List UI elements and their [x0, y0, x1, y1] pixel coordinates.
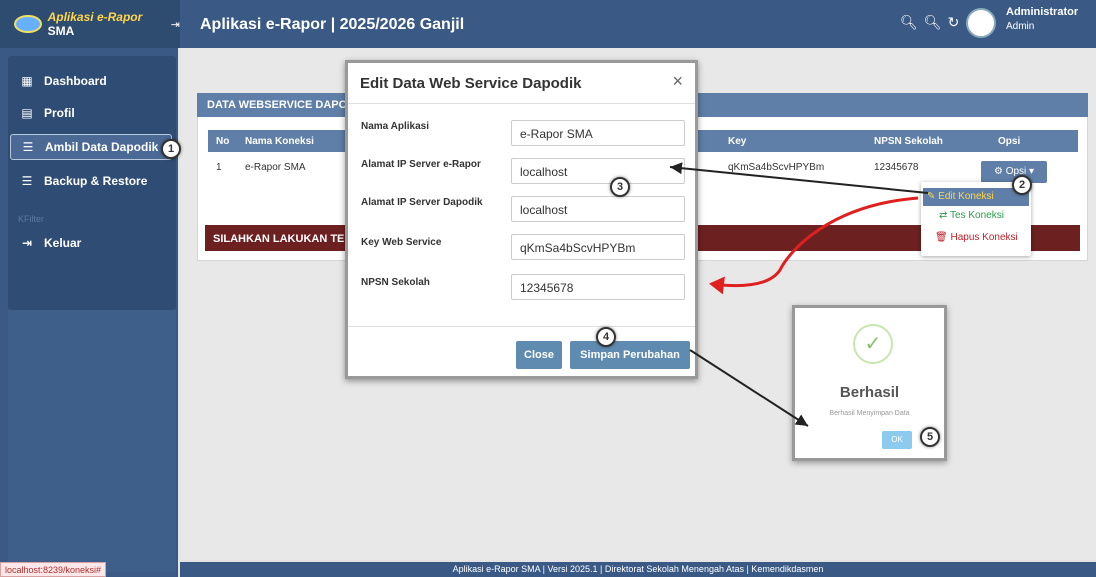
- edit-icon: ✎: [927, 191, 936, 202]
- opsi-dropdown-menu: ✎ Edit Koneksi ⇄ Tes Koneksi 🗑︎ Hapus Ko…: [921, 182, 1031, 256]
- save-changes-button[interactable]: Simpan Perubahan: [570, 341, 690, 369]
- logout-icon: ⇥: [21, 236, 33, 250]
- cell-key: qKmSa4bScvHPYBm: [728, 162, 825, 173]
- caret-down-icon: ▾: [1029, 166, 1035, 177]
- sidebar-item-dashboard[interactable]: ▦ Dashboard: [10, 68, 172, 94]
- user-name: Administrator: [1006, 6, 1079, 18]
- sidebar-item-label: Ambil Data Dapodik: [45, 140, 159, 154]
- sidebar-item-keluar[interactable]: ⇥ Keluar: [10, 230, 172, 256]
- ip-dapodik-input[interactable]: localhost: [511, 196, 685, 222]
- step-badge-2: 2: [1012, 175, 1032, 195]
- col-no: No: [216, 136, 230, 147]
- user-info[interactable]: Administrator Admin: [1006, 6, 1078, 32]
- brand-logo-icon: [14, 15, 42, 33]
- step-badge-1: 1: [161, 139, 181, 159]
- npsn-input[interactable]: 12345678: [511, 274, 685, 300]
- sidebar-lower-panel: [8, 310, 176, 572]
- sidebar-item-label: Keluar: [44, 236, 82, 250]
- gear-icon: ⚙: [993, 166, 1003, 177]
- menu-item-label: Hapus Koneksi: [950, 232, 1018, 243]
- brand-name-part2: SMA: [47, 24, 75, 38]
- field-label-npsn: NPSN Sekolah: [361, 277, 430, 288]
- sidebar-item-label: Profil: [44, 106, 75, 120]
- cell-npsn: 12345678: [874, 162, 919, 173]
- toolbar-icons: 🔍︎ 🔍︎ ↻: [900, 14, 959, 31]
- trash-icon: 🗑︎: [935, 232, 948, 243]
- col-opsi: Opsi: [998, 136, 1021, 147]
- refresh-icon[interactable]: ↻: [948, 14, 960, 31]
- avatar[interactable]: ⚑: [966, 8, 996, 38]
- database-icon: ☰: [21, 174, 33, 188]
- profile-card-icon: ▤: [21, 106, 33, 120]
- zoom-out-icon[interactable]: 🔍︎: [924, 14, 942, 31]
- database-icon: ☰: [22, 140, 34, 154]
- dashboard-icon: ▦: [21, 74, 33, 88]
- menu-item-label: Edit Koneksi: [938, 191, 994, 202]
- top-bar: Aplikasi e-Rapor SMA ⇥ Aplikasi e-Rapor …: [0, 0, 1096, 48]
- connect-icon: ⇄: [939, 210, 948, 221]
- divider: [348, 103, 695, 104]
- sidebar-item-profil[interactable]: ▤ Profil: [10, 100, 172, 126]
- brand[interactable]: Aplikasi e-Rapor SMA ⇥: [0, 0, 180, 48]
- key-webservice-input[interactable]: qKmSa4bScvHPYBm: [511, 234, 685, 260]
- close-icon[interactable]: ×: [672, 71, 683, 92]
- success-message: Berhasil Menyimpan Data: [829, 410, 910, 417]
- status-url: localhost:8239/koneksi#: [0, 562, 107, 577]
- step-badge-5: 5: [920, 427, 940, 447]
- menu-item-hapus-koneksi[interactable]: 🗑︎ Hapus Koneksi: [935, 232, 1018, 243]
- footer: Aplikasi e-Rapor SMA | Versi 2025.1 | Di…: [180, 562, 1096, 577]
- app-title: Aplikasi e-Rapor | 2025/2026 Ganjil: [200, 16, 465, 33]
- step-badge-3: 3: [610, 177, 630, 197]
- cell-no: 1: [216, 162, 222, 173]
- field-label-ip-erapor: Alamat IP Server e-Rapor: [361, 159, 481, 170]
- brand-name: Aplikasi e-Rapor SMA: [48, 10, 161, 38]
- sidebar-item-label: Backup & Restore: [44, 174, 148, 188]
- ip-erapor-input[interactable]: localhost: [511, 158, 685, 184]
- success-title: Berhasil: [839, 384, 900, 401]
- sidebar-item-ambil-data-dapodik[interactable]: ☰ Ambil Data Dapodik: [10, 134, 172, 160]
- ok-button[interactable]: OK: [882, 431, 912, 449]
- edit-webservice-modal: Edit Data Web Service Dapodik × Nama Apl…: [345, 60, 698, 379]
- check-icon: ✓: [853, 324, 893, 364]
- sidebar: [0, 48, 178, 577]
- sidebar-item-backup-restore[interactable]: ☰ Backup & Restore: [10, 168, 172, 194]
- menu-item-tes-koneksi[interactable]: ⇄ Tes Koneksi: [939, 210, 1004, 221]
- user-role: Admin: [1006, 21, 1035, 32]
- brand-name-part1: Aplikasi e-Rapor: [47, 10, 143, 24]
- menu-item-label: Tes Koneksi: [950, 210, 1004, 221]
- col-nama-koneksi: Nama Koneksi: [245, 136, 314, 147]
- sidebar-item-label: Dashboard: [44, 74, 107, 88]
- col-key: Key: [728, 136, 747, 147]
- step-badge-4: 4: [596, 327, 616, 347]
- close-button[interactable]: Close: [516, 341, 562, 369]
- zoom-in-icon[interactable]: 🔍︎: [900, 14, 918, 31]
- sidebar-toggle-icon[interactable]: ⇥: [171, 18, 180, 31]
- cell-nama: e-Rapor SMA: [245, 162, 306, 173]
- divider: [348, 326, 695, 327]
- field-label-key-webservice: Key Web Service: [361, 237, 442, 248]
- modal-title: Edit Data Web Service Dapodik: [360, 75, 582, 92]
- nama-aplikasi-input[interactable]: e-Rapor SMA: [511, 120, 685, 146]
- col-npsn: NPSN Sekolah: [874, 136, 943, 147]
- field-label-ip-dapodik: Alamat IP Server Dapodik: [361, 197, 483, 208]
- field-label-nama-aplikasi: Nama Aplikasi: [361, 121, 429, 132]
- sidebar-section-label: KFilter: [18, 214, 45, 224]
